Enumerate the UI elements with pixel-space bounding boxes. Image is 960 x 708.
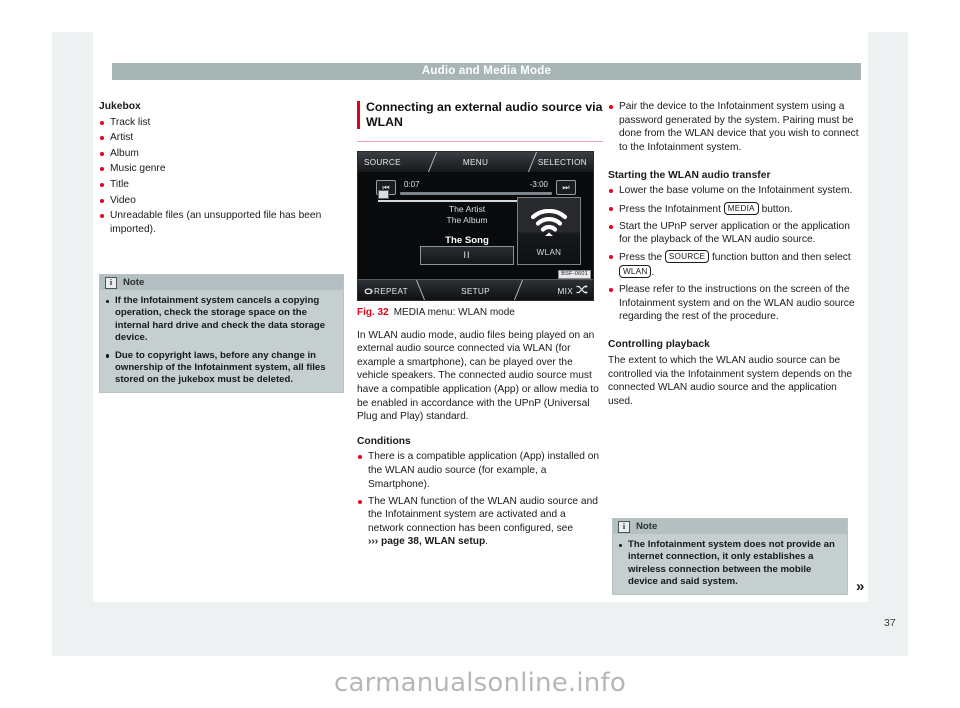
middle-column: Connecting an external audio source via … bbox=[357, 100, 603, 553]
step-text-pre: Press the Infotainment bbox=[619, 203, 721, 215]
cross-reference-text: ››› page 38, WLAN setup bbox=[368, 536, 486, 548]
condition-text: The WLAN function of the WLAN audio sour… bbox=[368, 495, 598, 534]
page-number: 37 bbox=[884, 617, 896, 629]
pause-button[interactable]: II bbox=[420, 246, 514, 265]
note-title: Note bbox=[636, 521, 658, 532]
right-column: Pair the device to the Infotainment syst… bbox=[608, 100, 860, 413]
figure-code: BSF-0601 bbox=[558, 269, 591, 279]
note-body: If the Infotainment system cancels a cop… bbox=[100, 290, 343, 392]
infotainment-screen-figure: SOURCE MENU SELECTION ⏮ ⏭ 0:07 -3:00 The… bbox=[357, 151, 594, 301]
transfer-step: Please refer to the instructions on the … bbox=[608, 283, 860, 324]
note-bullet: If the Infotainment system cancels a cop… bbox=[106, 295, 337, 345]
track-album: The Album bbox=[446, 215, 488, 225]
section-heading-wrap: Connecting an external audio source via … bbox=[357, 100, 603, 130]
left-column: Jukebox Track list Artist Album Music ge… bbox=[99, 100, 342, 240]
cross-reference-link[interactable]: ››› page 38, WLAN setup bbox=[368, 536, 485, 547]
media-button-keycap[interactable]: MEDIA bbox=[723, 201, 759, 215]
note-body: The Infotainment system does not provide… bbox=[613, 534, 847, 594]
section-heading: Connecting an external audio source via … bbox=[366, 100, 603, 129]
screen-button-selection[interactable]: SELECTION bbox=[538, 156, 587, 170]
screen-button-mix[interactable]: MIX bbox=[558, 285, 573, 299]
list-item: Music genre bbox=[99, 162, 342, 176]
controlling-playback-body: The extent to which the WLAN audio sourc… bbox=[608, 354, 853, 407]
note-bullet: Due to copyright laws, before any change… bbox=[106, 350, 337, 387]
controlling-playback-heading: Controlling playback bbox=[608, 339, 710, 351]
list-item: Track list bbox=[99, 116, 342, 130]
wlan-button-keycap[interactable]: WLAN bbox=[619, 264, 652, 278]
source-button-keycap[interactable]: SOURCE bbox=[664, 250, 710, 264]
shuffle-icon bbox=[576, 285, 588, 299]
page-turn-marker: » bbox=[856, 578, 864, 595]
watermark: carmanualsonline.info bbox=[334, 668, 626, 698]
track-metadata: The Artist The Album The Song bbox=[418, 204, 516, 248]
starting-transfer-heading: Starting the WLAN audio transfer bbox=[608, 169, 771, 181]
track-artist: The Artist bbox=[448, 204, 486, 214]
progress-knob[interactable] bbox=[378, 189, 389, 199]
transfer-step: Press the Infotainment MEDIA button. bbox=[608, 201, 860, 217]
screen-body: ⏮ ⏭ 0:07 -3:00 The Artist The Album The … bbox=[358, 172, 593, 282]
list-item: Unreadable files (an unsupported file ha… bbox=[99, 209, 342, 236]
info-icon: i bbox=[618, 520, 630, 533]
condition-item: The WLAN function of the WLAN audio sour… bbox=[357, 495, 603, 549]
transfer-step: Press the SOURCE function button and the… bbox=[608, 250, 860, 279]
wifi-icon bbox=[518, 208, 580, 242]
figure-number: Fig. 32 bbox=[357, 307, 389, 318]
list-item: Artist bbox=[99, 131, 342, 145]
note-header: i Note bbox=[613, 519, 847, 534]
step-text-pre: Press the bbox=[619, 252, 663, 264]
figure-caption: Fig. 32 MEDIA menu: WLAN mode bbox=[357, 306, 603, 320]
figure-caption-text: MEDIA menu: WLAN mode bbox=[393, 307, 515, 318]
note-box-left: i Note If the Infotainment system cancel… bbox=[99, 274, 344, 393]
step-text-post: button. bbox=[761, 203, 793, 215]
heading-rule bbox=[357, 141, 603, 142]
transfer-step: Start the UPnP server application or the… bbox=[608, 220, 860, 247]
list-item: Video bbox=[99, 194, 342, 208]
wlan-tile-label: WLAN bbox=[536, 247, 562, 257]
wlan-mode-description: In WLAN audio mode, audio files being pl… bbox=[357, 329, 599, 423]
note-bullet: The Infotainment system does not provide… bbox=[619, 539, 841, 589]
current-time: 0:07 bbox=[404, 180, 420, 189]
list-item: Album bbox=[99, 147, 342, 161]
info-icon: i bbox=[105, 276, 117, 289]
skip-next-icon[interactable]: ⏭ bbox=[556, 180, 576, 195]
remaining-time: -3:00 bbox=[529, 180, 548, 189]
condition-item: There is a compatible application (App) … bbox=[357, 450, 603, 491]
note-box-right: i Note The Infotainment system does not … bbox=[612, 518, 848, 595]
screen-bottom-bar: REPEAT SETUP MIX bbox=[358, 279, 593, 300]
step-text-post: . bbox=[651, 266, 655, 278]
note-header: i Note bbox=[100, 275, 343, 290]
transfer-step: Lower the base volume on the Infotainmen… bbox=[608, 184, 860, 198]
page-header-title: Audio and Media Mode bbox=[112, 63, 861, 80]
step-text-mid: function button and then select bbox=[711, 252, 851, 264]
wlan-source-tile[interactable]: WLAN bbox=[517, 197, 581, 265]
screen-top-bar: SOURCE MENU SELECTION bbox=[358, 152, 593, 173]
condition-tail: . bbox=[485, 536, 489, 548]
pair-device-step: Pair the device to the Infotainment syst… bbox=[608, 100, 860, 154]
progress-track[interactable] bbox=[400, 192, 552, 195]
jukebox-heading: Jukebox bbox=[99, 101, 141, 112]
list-item: Title bbox=[99, 178, 342, 192]
conditions-heading: Conditions bbox=[357, 435, 411, 447]
note-title: Note bbox=[123, 277, 145, 288]
